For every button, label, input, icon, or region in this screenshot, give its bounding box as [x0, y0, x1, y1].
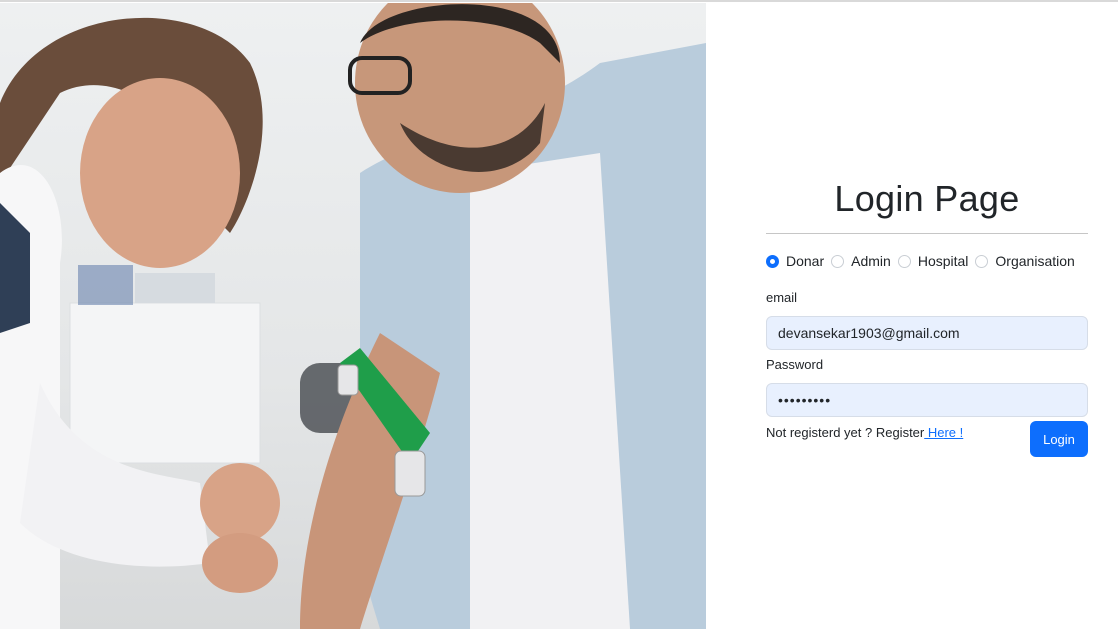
email-field[interactable]: devansekar1903@gmail.com	[766, 316, 1088, 350]
role-option-admin[interactable]: Admin	[831, 253, 891, 269]
radio-donar[interactable]	[766, 254, 779, 268]
radio-admin[interactable]	[831, 254, 845, 268]
blood-draw-illustration	[0, 3, 706, 629]
role-option-donar[interactable]: Donar	[766, 253, 824, 269]
role-label-hospital: Hospital	[917, 253, 969, 269]
role-label-donar: Donar	[786, 253, 825, 269]
page-title: Login Page	[834, 178, 1020, 219]
role-option-hospital[interactable]: Hospital	[897, 253, 969, 269]
radio-hospital[interactable]	[897, 254, 911, 268]
role-label-organisation: Organisation	[995, 253, 1075, 269]
login-button[interactable]: Login	[1030, 421, 1088, 457]
role-label-admin: Admin	[851, 253, 891, 269]
role-radio-group: Donar Admin Hospital Organisation	[766, 251, 1106, 271]
radio-organisation[interactable]	[975, 254, 989, 268]
hero-photo	[0, 3, 706, 629]
password-label: Password	[766, 357, 824, 372]
register-prompt: Not registerd yet ? Register Here !	[766, 425, 963, 440]
register-text: Not registerd yet ? Register	[766, 425, 925, 440]
email-label: email	[766, 290, 798, 305]
login-panel: Login Page Donar Admin Hospital Organisa…	[766, 0, 1088, 629]
title-divider	[766, 233, 1088, 234]
role-option-organisation[interactable]: Organisation	[975, 253, 1075, 269]
register-link[interactable]: Here !	[924, 425, 963, 440]
password-field[interactable]: •••••••••	[766, 383, 1088, 417]
